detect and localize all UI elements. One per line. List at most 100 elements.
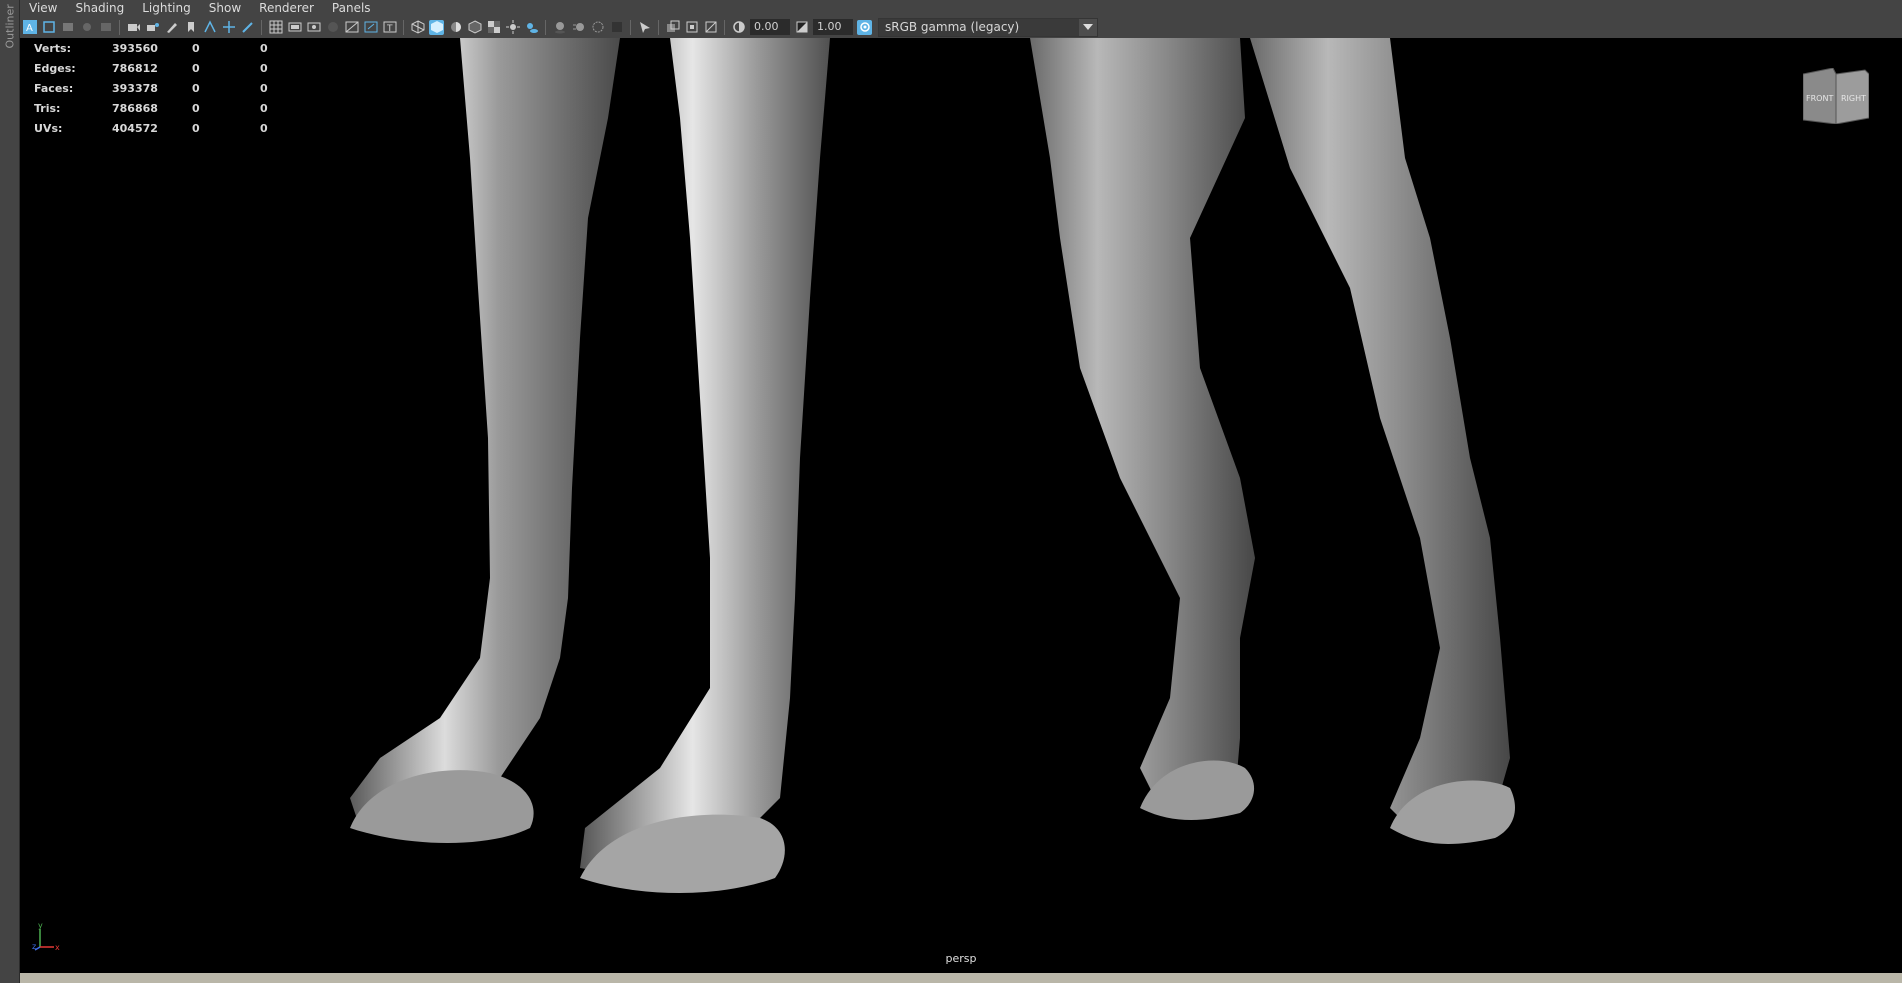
perspective-viewport[interactable]: Verts: 393560 0 0 Edges: 786812 0 0 Face… — [20, 38, 1902, 973]
gamma-icon[interactable] — [794, 20, 809, 35]
isolate-select-icon[interactable] — [637, 20, 652, 35]
view-cube[interactable]: FRONT RIGHT — [1803, 68, 1869, 124]
hud-label: Faces: — [34, 81, 74, 95]
hud-selected-value: 0 — [192, 81, 200, 95]
hind-left-leg — [1030, 38, 1255, 808]
select-camera-icon[interactable]: A — [22, 20, 37, 35]
hud-value: 786868 — [112, 101, 158, 115]
menu-panels[interactable]: Panels — [323, 0, 380, 16]
textured-icon[interactable] — [486, 20, 501, 35]
hud-value: 393560 — [112, 41, 158, 55]
hud-component-value: 0 — [260, 61, 268, 75]
hud-selected-value: 0 — [192, 101, 200, 115]
toolbar-separator — [545, 19, 546, 35]
time-slider-strip — [20, 973, 1902, 983]
bookmark-flag-icon[interactable] — [183, 20, 198, 35]
hud-label: Verts: — [34, 41, 72, 55]
use-all-lights-icon[interactable] — [505, 20, 520, 35]
grid-icon[interactable] — [268, 20, 283, 35]
hud-value: 786812 — [112, 61, 158, 75]
hud-component-value: 0 — [260, 121, 268, 135]
default-material-icon[interactable] — [448, 20, 463, 35]
toolbar-separator — [658, 19, 659, 35]
shadows-icon[interactable] — [524, 20, 539, 35]
exposure-icon[interactable] — [731, 20, 746, 35]
outliner-label[interactable]: Outliner — [4, 4, 17, 48]
menu-view[interactable]: View — [20, 0, 66, 16]
view-transform-value: sRGB gamma (legacy) — [885, 19, 1020, 34]
hud-value: 404572 — [112, 121, 158, 135]
hind-right-leg — [1250, 38, 1510, 838]
hud-selected-value: 0 — [192, 41, 200, 55]
axis-x-label: x — [55, 943, 60, 951]
menu-renderer[interactable]: Renderer — [250, 0, 323, 16]
outliner-collapsed-panel[interactable]: Outliner — [0, 0, 20, 983]
grease-pencil-icon[interactable] — [164, 20, 179, 35]
front-right-leg — [580, 38, 830, 878]
gate-mask-icon[interactable] — [325, 20, 340, 35]
panel-toolbar: A T 0.00 1.00 sRGB gamma (legacy) — [20, 16, 1902, 38]
backface-culling-icon[interactable] — [703, 20, 718, 35]
view-transform-dropdown[interactable]: sRGB gamma (legacy) — [878, 17, 1098, 37]
toolbar-separator — [630, 19, 631, 35]
bookmark-icon[interactable] — [60, 20, 75, 35]
camera-attributes-icon[interactable] — [145, 20, 160, 35]
film-gate-icon[interactable] — [287, 20, 302, 35]
safe-action-icon[interactable] — [363, 20, 378, 35]
paint-brush-icon[interactable] — [240, 20, 255, 35]
toolbar-separator — [724, 19, 725, 35]
hud-row-faces: Faces: 393378 0 0 — [34, 78, 268, 98]
hud-row-tris: Tris: 786868 0 0 — [34, 98, 268, 118]
hud-label: UVs: — [34, 121, 63, 135]
resolution-gate-icon[interactable] — [306, 20, 321, 35]
hud-label: Edges: — [34, 61, 76, 75]
smooth-shade-icon[interactable] — [429, 19, 444, 35]
hud-row-uvs: UVs: 404572 0 0 — [34, 118, 268, 138]
camera-icon[interactable] — [126, 20, 141, 35]
color-management-icon[interactable] — [857, 19, 872, 35]
hud-selected-value: 0 — [192, 121, 200, 135]
motion-blur-icon[interactable] — [571, 20, 586, 35]
panel-menubar: View Shading Lighting Show Renderer Pane… — [20, 0, 1902, 16]
menu-lighting[interactable]: Lighting — [133, 0, 200, 16]
hud-selected-value: 0 — [192, 61, 200, 75]
menu-shading[interactable]: Shading — [66, 0, 133, 16]
hud-component-value: 0 — [260, 81, 268, 95]
hud-component-value: 0 — [260, 41, 268, 55]
xray-icon[interactable] — [665, 20, 680, 35]
camera-name-label: persp — [945, 952, 977, 965]
axis-gizmo: y x z — [32, 921, 60, 951]
toolbar-separator — [119, 19, 120, 35]
screen-space-ao-icon[interactable] — [552, 20, 567, 35]
safe-title-icon[interactable]: T — [382, 20, 397, 35]
svg-text:A: A — [26, 23, 33, 34]
hud-label: Tris: — [34, 101, 61, 115]
toolbar-separator — [403, 19, 404, 35]
wireframe-icon[interactable] — [410, 20, 425, 35]
field-chart-icon[interactable] — [344, 20, 359, 35]
image-plane-icon[interactable] — [79, 20, 94, 35]
hud-row-verts: Verts: 393560 0 0 — [34, 38, 268, 58]
poly-count-hud: Verts: 393560 0 0 Edges: 786812 0 0 Face… — [34, 38, 268, 138]
xray-joints-icon[interactable] — [684, 20, 699, 35]
transform-icon[interactable] — [221, 20, 236, 35]
hud-row-edges: Edges: 786812 0 0 — [34, 58, 268, 78]
axis-z-label: z — [32, 942, 36, 951]
viewcube-front-label[interactable]: FRONT — [1806, 94, 1833, 103]
gamma-field[interactable]: 1.00 — [813, 19, 853, 35]
viewcube-right-label[interactable]: RIGHT — [1841, 94, 1866, 103]
wireframe-on-shaded-icon[interactable] — [467, 20, 482, 35]
two-d-pan-icon[interactable] — [98, 20, 113, 35]
front-left-leg — [350, 38, 620, 828]
axis-y-label: y — [38, 921, 43, 930]
depth-of-field-icon[interactable] — [609, 20, 624, 35]
menu-show[interactable]: Show — [200, 0, 250, 16]
frame-all-icon[interactable] — [41, 20, 56, 35]
anti-aliasing-icon[interactable] — [590, 20, 605, 35]
exposure-field[interactable]: 0.00 — [750, 19, 790, 35]
pan-zoom-icon[interactable] — [202, 20, 217, 35]
chevron-down-icon[interactable] — [1079, 18, 1097, 36]
toolbar-separator — [261, 19, 262, 35]
hud-value: 393378 — [112, 81, 158, 95]
maya-window: Outliner View Shading Lighting Show Rend… — [0, 0, 1902, 983]
